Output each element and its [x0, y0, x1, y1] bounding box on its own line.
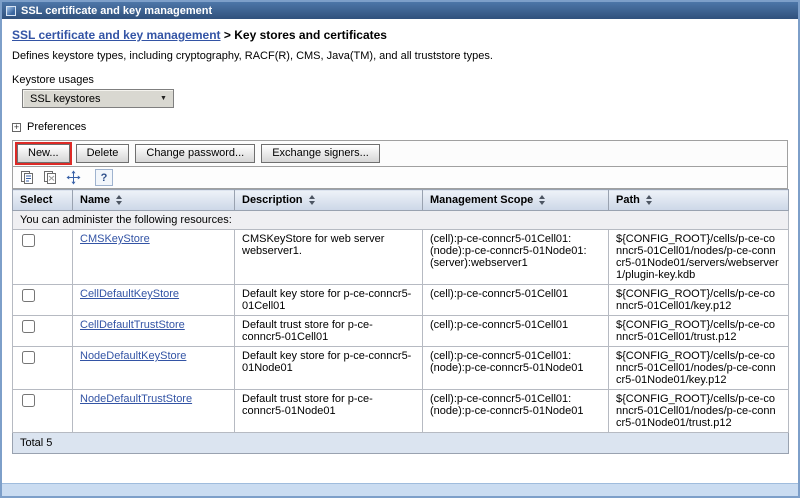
- keystore-link-1[interactable]: CellDefaultKeyStore: [80, 288, 179, 300]
- row-select-checkbox-3[interactable]: [22, 351, 35, 364]
- scope-cell: (cell):p-ce-conncr5-01Cell01: [423, 316, 609, 347]
- preferences-label: Preferences: [27, 121, 86, 133]
- keystore-usages-label: Keystore usages: [12, 74, 788, 86]
- breadcrumb-separator: >: [224, 28, 231, 42]
- row-select-checkbox-0[interactable]: [22, 234, 35, 247]
- path-cell: ${CONFIG_ROOT}/cells/p-ce-conncr5-01Cell…: [609, 230, 789, 285]
- keystore-usages-select[interactable]: SSL keystores: [22, 89, 174, 108]
- path-cell: ${CONFIG_ROOT}/cells/p-ce-conncr5-01Cell…: [609, 347, 789, 390]
- delete-button[interactable]: Delete: [76, 144, 130, 163]
- keystore-link-2[interactable]: CellDefaultTrustStore: [80, 319, 185, 331]
- four-arrow-icon[interactable]: [64, 169, 82, 186]
- deselect-all-icon[interactable]: [41, 169, 59, 186]
- keystore-link-4[interactable]: NodeDefaultTrustStore: [80, 393, 192, 405]
- scope-cell: (cell):p-ce-conncr5-01Cell01: [423, 285, 609, 316]
- description-cell: Default key store for p-ce-conncr5-01Nod…: [235, 347, 423, 390]
- description-cell: CMSKeyStore for web server webserver1.: [235, 230, 423, 285]
- name-cell: NodeDefaultTrustStore: [73, 390, 235, 433]
- sort-icon[interactable]: [539, 195, 545, 205]
- path-cell: ${CONFIG_ROOT}/cells/p-ce-conncr5-01Cell…: [609, 390, 789, 433]
- change-password-button[interactable]: Change password...: [135, 144, 255, 163]
- table-row: CellDefaultKeyStore Default key store fo…: [13, 285, 789, 316]
- table-footer-row: Total 5: [13, 433, 789, 454]
- app-window: SSL certificate and key management SSL c…: [0, 0, 800, 498]
- keystore-usages-selected-value: SSL keystores: [30, 93, 101, 105]
- breadcrumb-current: Key stores and certificates: [234, 28, 387, 42]
- description-cell: Default trust store for p-ce-conncr5-01C…: [235, 316, 423, 347]
- column-header-description[interactable]: Description: [235, 190, 423, 211]
- window-titlebar: SSL certificate and key management: [2, 2, 798, 19]
- sort-icon[interactable]: [309, 195, 315, 205]
- row-select-checkbox-4[interactable]: [22, 394, 35, 407]
- exchange-signers-button[interactable]: Exchange signers...: [261, 144, 380, 163]
- name-cell: NodeDefaultKeyStore: [73, 347, 235, 390]
- description-cell: Default key store for p-ce-conncr5-01Cel…: [235, 285, 423, 316]
- chevron-down-icon: [157, 92, 170, 105]
- scope-cell: (cell):p-ce-conncr5-01Cell01: (node):p-c…: [423, 390, 609, 433]
- table-row: CMSKeyStore CMSKeyStore for web server w…: [13, 230, 789, 285]
- column-header-management-scope[interactable]: Management Scope: [423, 190, 609, 211]
- select-all-icon[interactable]: [18, 169, 36, 186]
- sort-icon[interactable]: [116, 195, 122, 205]
- column-header-name[interactable]: Name: [73, 190, 235, 211]
- select-cell: [13, 316, 73, 347]
- description-cell: Default trust store for p-ce-conncr5-01N…: [235, 390, 423, 433]
- select-cell: [13, 285, 73, 316]
- path-cell: ${CONFIG_ROOT}/cells/p-ce-conncr5-01Cell…: [609, 316, 789, 347]
- page-description: Defines keystore types, including crypto…: [12, 50, 788, 62]
- select-cell: [13, 347, 73, 390]
- name-cell: CellDefaultTrustStore: [73, 316, 235, 347]
- select-cell: [13, 390, 73, 433]
- table-caption-row: You can administer the following resourc…: [13, 211, 789, 230]
- column-label-path: Path: [616, 194, 640, 206]
- preferences-toggle[interactable]: Preferences: [12, 121, 788, 133]
- table-icon-bar: [12, 167, 788, 189]
- breadcrumb-link[interactable]: SSL certificate and key management: [12, 28, 221, 42]
- column-label-management-scope: Management Scope: [430, 194, 533, 206]
- sort-icon[interactable]: [646, 195, 652, 205]
- scope-cell: (cell):p-ce-conncr5-01Cell01: (node):p-c…: [423, 347, 609, 390]
- column-label-description: Description: [242, 194, 303, 206]
- row-select-checkbox-2[interactable]: [22, 320, 35, 333]
- table-row: NodeDefaultKeyStore Default key store fo…: [13, 347, 789, 390]
- keystores-table: Select Name Description Management Scope: [12, 189, 789, 454]
- window-title: SSL certificate and key management: [21, 5, 212, 17]
- expand-plus-icon: [12, 123, 21, 132]
- keystore-link-3[interactable]: NodeDefaultKeyStore: [80, 350, 186, 362]
- help-icon[interactable]: [95, 169, 113, 186]
- select-cell: [13, 230, 73, 285]
- column-header-path[interactable]: Path: [609, 190, 789, 211]
- breadcrumb: SSL certificate and key management > Key…: [12, 28, 788, 42]
- scope-cell: (cell):p-ce-conncr5-01Cell01: (node):p-c…: [423, 230, 609, 285]
- window-icon: [6, 6, 16, 16]
- name-cell: CMSKeyStore: [73, 230, 235, 285]
- new-button[interactable]: New...: [17, 144, 70, 163]
- total-count: Total 5: [13, 433, 789, 454]
- table-header-row: Select Name Description Management Scope: [13, 190, 789, 211]
- path-cell: ${CONFIG_ROOT}/cells/p-ce-conncr5-01Cell…: [609, 285, 789, 316]
- table-button-bar: New... Delete Change password... Exchang…: [12, 140, 788, 167]
- horizontal-scrollbar[interactable]: [2, 483, 798, 496]
- name-cell: CellDefaultKeyStore: [73, 285, 235, 316]
- column-label-select: Select: [20, 194, 52, 206]
- keystore-link-0[interactable]: CMSKeyStore: [80, 233, 150, 245]
- column-label-name: Name: [80, 194, 110, 206]
- page-content: SSL certificate and key management > Key…: [2, 19, 798, 454]
- table-row: NodeDefaultTrustStore Default trust stor…: [13, 390, 789, 433]
- row-select-checkbox-1[interactable]: [22, 289, 35, 302]
- keystore-usages-group: Keystore usages SSL keystores: [12, 74, 788, 108]
- column-header-select: Select: [13, 190, 73, 211]
- table-row: CellDefaultTrustStore Default trust stor…: [13, 316, 789, 347]
- table-caption: You can administer the following resourc…: [13, 211, 789, 230]
